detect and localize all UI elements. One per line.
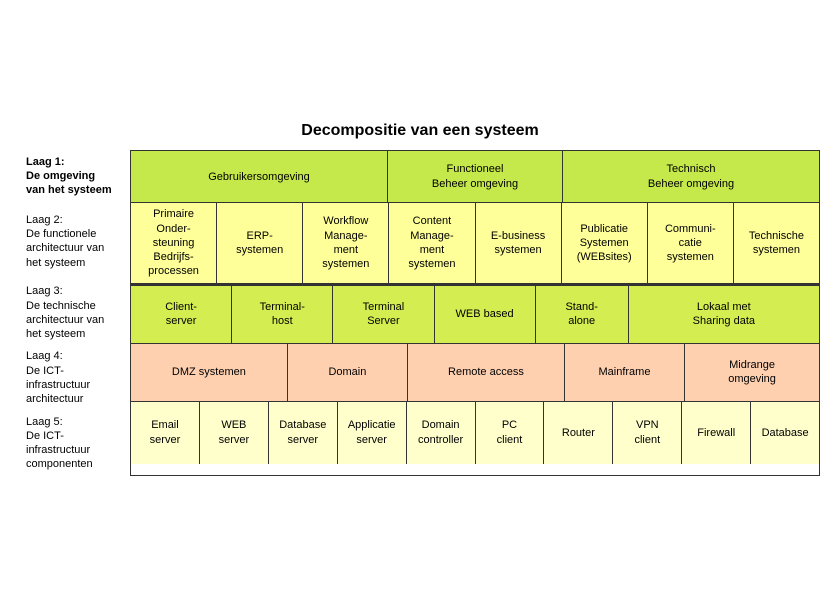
layer-label-5: Laag 5: De ICT- infrastructuur component… [20, 411, 130, 476]
layer-label-4: Laag 4: De ICT- infrastructuur architect… [20, 345, 130, 410]
cell-mainframe: Mainframe [565, 344, 685, 401]
layer-label-2: Laag 2: De functionele architectuur van … [20, 202, 130, 280]
cell-technisch-beheer: Technisch Beheer omgeving [563, 151, 819, 202]
layer-label-3: Laag 3: De technische architectuur van h… [20, 280, 130, 345]
row-3: Client- server Terminal- host Terminal S… [131, 286, 819, 344]
cell-standalone: Stand- alone [536, 286, 629, 343]
cell-terminal-server: Terminal Server [333, 286, 434, 343]
cell-ebusiness: E-business systemen [476, 203, 562, 282]
cell-email-server: Email server [131, 402, 200, 464]
cell-router: Router [544, 402, 613, 464]
row-4: DMZ systemen Domain Remote access Mainfr… [131, 344, 819, 402]
cell-client-server: Client- server [131, 286, 232, 343]
cell-midrange: Midrange omgeving [685, 344, 819, 401]
layer-label-1: Laag 1: De omgeving van het systeem [20, 150, 130, 202]
cell-pc-client: PC client [476, 402, 545, 464]
cell-vpn-client: VPN client [613, 402, 682, 464]
cell-domain-controller: Domain controller [407, 402, 476, 464]
layer-labels: Laag 1: De omgeving van het systeem Laag… [20, 150, 130, 476]
cell-applicatie-server: Applicatie server [338, 402, 407, 464]
cell-database: Database [751, 402, 819, 464]
cell-workflow: Workflow Manage- ment systemen [303, 203, 389, 282]
cell-technische-systemen: Technische systemen [734, 203, 819, 282]
cell-dmz: DMZ systemen [131, 344, 288, 401]
row-1: Gebruikersomgeving Functioneel Beheer om… [131, 151, 819, 203]
cell-firewall: Firewall [682, 402, 751, 464]
row-5: Email server WEB server Database server … [131, 402, 819, 464]
row-2: Primaire Onder- steuning Bedrijfs- proce… [131, 203, 819, 285]
cell-domain: Domain [288, 344, 408, 401]
cell-terminal-host: Terminal- host [232, 286, 333, 343]
grid-area: Gebruikersomgeving Functioneel Beheer om… [130, 150, 820, 476]
cell-web-server: WEB server [200, 402, 269, 464]
cell-communicatie: Communi- catie systemen [648, 203, 734, 282]
cell-gebruikersomgeving: Gebruikersomgeving [131, 151, 388, 202]
cell-web-based: WEB based [435, 286, 536, 343]
page-wrapper: Decompositie van een systeem Laag 1: De … [0, 112, 840, 486]
cell-content: Content Manage- ment systemen [389, 203, 475, 282]
diagram: Laag 1: De omgeving van het systeem Laag… [20, 150, 820, 476]
page-title: Decompositie van een systeem [20, 122, 820, 140]
cell-functioneel-beheer: Functioneel Beheer omgeving [388, 151, 563, 202]
cell-lokaal: Lokaal met Sharing data [629, 286, 819, 343]
cell-primaire: Primaire Onder- steuning Bedrijfs- proce… [131, 203, 217, 282]
cell-publicatie: Publicatie Systemen (WEBsites) [562, 203, 648, 282]
cell-database-server: Database server [269, 402, 338, 464]
cell-remote-access: Remote access [408, 344, 565, 401]
cell-erp: ERP- systemen [217, 203, 303, 282]
